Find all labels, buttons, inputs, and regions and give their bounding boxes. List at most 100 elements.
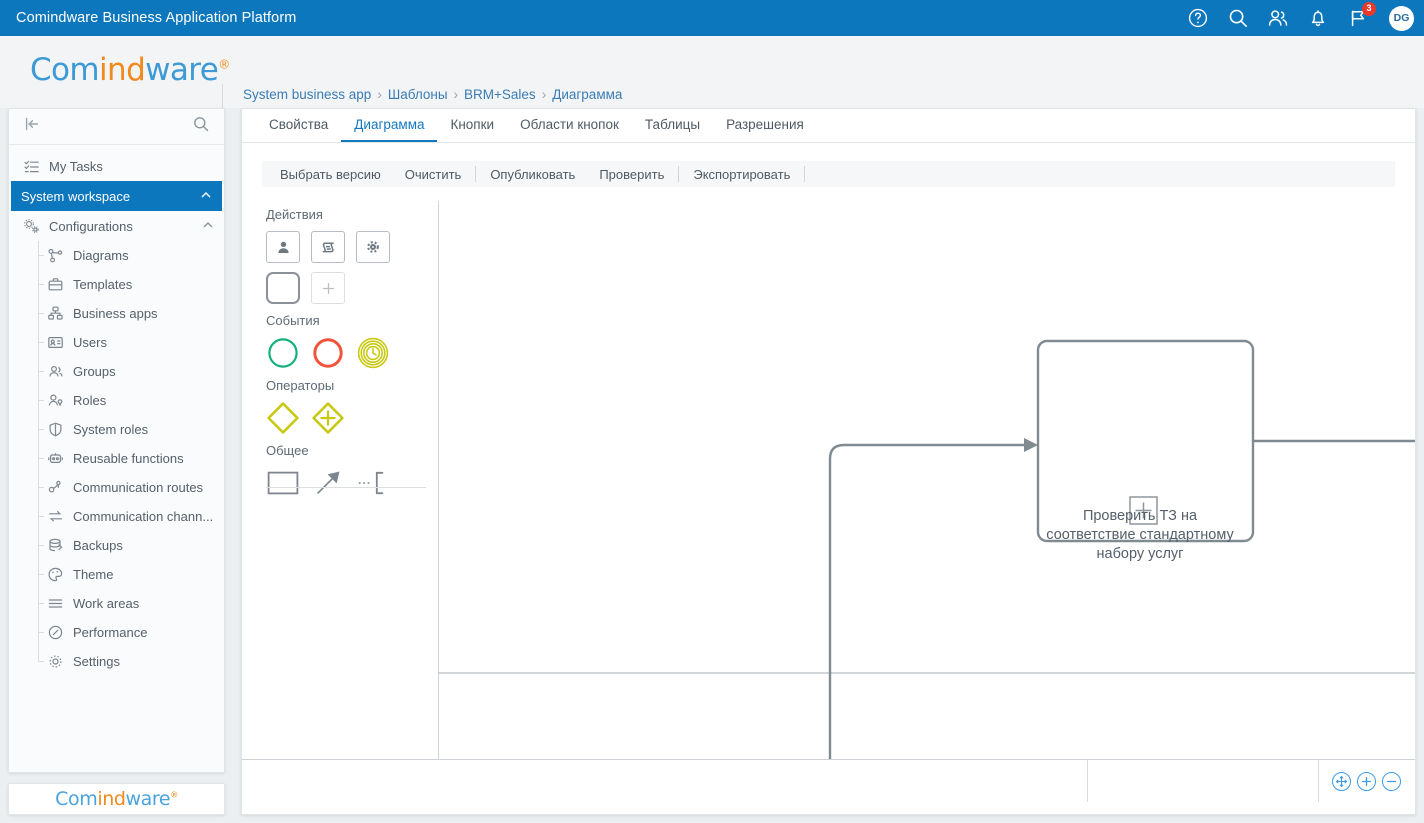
fit-to-screen-button[interactable] <box>1332 772 1351 791</box>
script-task-icon[interactable] <box>311 231 345 263</box>
collapse-icon[interactable] <box>23 115 41 138</box>
tab-properties[interactable]: Свойства <box>256 118 341 143</box>
add-activity-icon[interactable] <box>311 272 345 304</box>
sidebar-item-label: System roles <box>73 422 148 437</box>
zoom-in-button[interactable] <box>1357 772 1376 791</box>
sidebar-item-my-tasks[interactable]: My Tasks <box>9 151 224 181</box>
outgoing-connector[interactable] <box>1253 441 1415 759</box>
flag-icon[interactable]: 3 <box>1347 7 1369 29</box>
sidebar-item-label: System workspace <box>21 189 130 204</box>
sidebar-item-label: Diagrams <box>73 248 129 263</box>
rectangle-shape-icon[interactable] <box>266 467 300 499</box>
breadcrumb-item-3[interactable]: Диаграмма <box>552 87 622 102</box>
diagram-canvas[interactable] <box>438 201 1415 759</box>
tab-button-areas[interactable]: Области кнопок <box>507 118 632 143</box>
palette-row-general <box>266 467 438 499</box>
bell-icon[interactable] <box>1307 7 1329 29</box>
sidebar-item-system-workspace[interactable]: System workspace <box>11 181 222 211</box>
role-icon <box>47 392 64 409</box>
sidebar-subnav: Diagrams Templates <box>9 241 224 676</box>
main-panel: Свойства Диаграмма Кнопки Области кнопок… <box>241 108 1416 815</box>
gears-icon <box>23 218 40 235</box>
breadcrumb-item-0[interactable]: System business app <box>243 87 371 102</box>
sidebar-item-label: Roles <box>73 393 106 408</box>
sidebar-item-label: Templates <box>73 277 132 292</box>
avatar[interactable]: DG <box>1389 6 1414 31</box>
sidebar-item-label: Reusable functions <box>73 451 184 466</box>
sidebar-item-performance[interactable]: Performance <box>9 618 224 647</box>
incoming-connector[interactable] <box>830 445 1024 759</box>
comindware-footer-logo: Comindware® <box>55 788 178 810</box>
diagram-toolbar: Выбрать версию Очистить Опубликовать Про… <box>262 161 1395 187</box>
diagram-icon <box>47 247 64 264</box>
breadcrumb: System business app›Шаблоны›BRM+Sales›Ди… <box>243 87 622 102</box>
chevron-up-icon <box>202 219 214 234</box>
sidebar-item-backups[interactable]: Backups <box>9 531 224 560</box>
users-icon[interactable] <box>1267 7 1289 29</box>
sidebar-item-users[interactable]: Users <box>9 328 224 357</box>
toolbar-separator <box>804 166 805 182</box>
palette-bottom-divider <box>266 487 426 488</box>
service-task-icon[interactable] <box>356 231 390 263</box>
sidebar-item-label: Backups <box>73 538 123 553</box>
publish-button[interactable]: Опубликовать <box>478 167 587 182</box>
arrow-connector-icon[interactable] <box>311 467 345 499</box>
sidebar-item-work-areas[interactable]: Work areas <box>9 589 224 618</box>
palette-group-title-general: Общее <box>266 443 438 458</box>
app-title: Comindware Business Application Platform <box>16 10 296 26</box>
sidebar-item-templates[interactable]: Templates <box>9 270 224 299</box>
sidebar-item-system-roles[interactable]: System roles <box>9 415 224 444</box>
validate-button[interactable]: Проверить <box>587 167 676 182</box>
sidebar-nav-list: My Tasks System workspace Configurations <box>9 145 224 676</box>
sidebar-item-groups[interactable]: Groups <box>9 357 224 386</box>
sidebar-item-roles[interactable]: Roles <box>9 386 224 415</box>
sidebar-item-configurations[interactable]: Configurations <box>9 211 224 241</box>
sidebar-item-theme[interactable]: Theme <box>9 560 224 589</box>
subprocess-icon[interactable] <box>266 272 300 304</box>
search-icon[interactable] <box>1227 7 1249 29</box>
tab-buttons[interactable]: Кнопки <box>437 118 507 143</box>
sidebar-item-business-apps[interactable]: Business apps <box>9 299 224 328</box>
footer-logo-part-2: ind <box>97 788 125 810</box>
sidebar-item-communication-channels[interactable]: Communication chann... <box>9 502 224 531</box>
logo-part-2: ind <box>99 52 145 88</box>
sidebar-item-label: Performance <box>73 625 147 640</box>
database-icon <box>47 537 64 554</box>
bracket-annotation-icon[interactable] <box>356 467 390 499</box>
palette-group-title-actions: Действия <box>266 207 438 222</box>
timer-event-icon[interactable] <box>356 337 390 369</box>
export-button[interactable]: Экспортировать <box>681 167 802 182</box>
select-version-button[interactable]: Выбрать версию <box>268 167 393 182</box>
sidebar-item-diagrams[interactable]: Diagrams <box>9 241 224 270</box>
exclusive-gateway-icon[interactable] <box>266 402 300 434</box>
comindware-logo: Comindware® <box>30 52 230 88</box>
user-task-icon[interactable] <box>266 231 300 263</box>
footer-logo-part-3: ware <box>126 788 171 810</box>
clear-button[interactable]: Очистить <box>393 167 474 182</box>
canvas-status-bar <box>242 759 1415 814</box>
tab-tables[interactable]: Таблицы <box>632 118 713 143</box>
route-icon <box>47 479 64 496</box>
sidebar-item-label: Configurations <box>49 219 133 234</box>
end-event-icon[interactable] <box>311 337 345 369</box>
tab-diagram[interactable]: Диаграмма <box>341 118 437 143</box>
sidebar-item-settings[interactable]: Settings <box>9 647 224 676</box>
sidebar-search-bar <box>9 109 224 145</box>
tab-permissions[interactable]: Разрешения <box>713 118 817 143</box>
breadcrumb-separator: › <box>542 87 547 102</box>
sidebar-item-reusable-functions[interactable]: Reusable functions <box>9 444 224 473</box>
sidebar-search-icon[interactable] <box>192 115 210 138</box>
sidebar-item-communication-routes[interactable]: Communication routes <box>9 473 224 502</box>
palette-row-gateways <box>266 402 438 434</box>
zoom-out-button[interactable] <box>1382 772 1401 791</box>
start-event-icon[interactable] <box>266 337 300 369</box>
help-icon[interactable] <box>1187 7 1209 29</box>
tasks-icon <box>23 158 40 175</box>
breadcrumb-item-1[interactable]: Шаблоны <box>388 87 448 102</box>
toolbar-separator <box>475 166 476 182</box>
breadcrumb-item-2[interactable]: BRM+Sales <box>464 87 536 102</box>
palette-row-actions-1 <box>266 231 438 263</box>
toolbar-separator <box>678 166 679 182</box>
parallel-gateway-icon[interactable] <box>311 402 345 434</box>
header-band: Comindware® System business app›Шаблоны›… <box>0 36 1424 108</box>
